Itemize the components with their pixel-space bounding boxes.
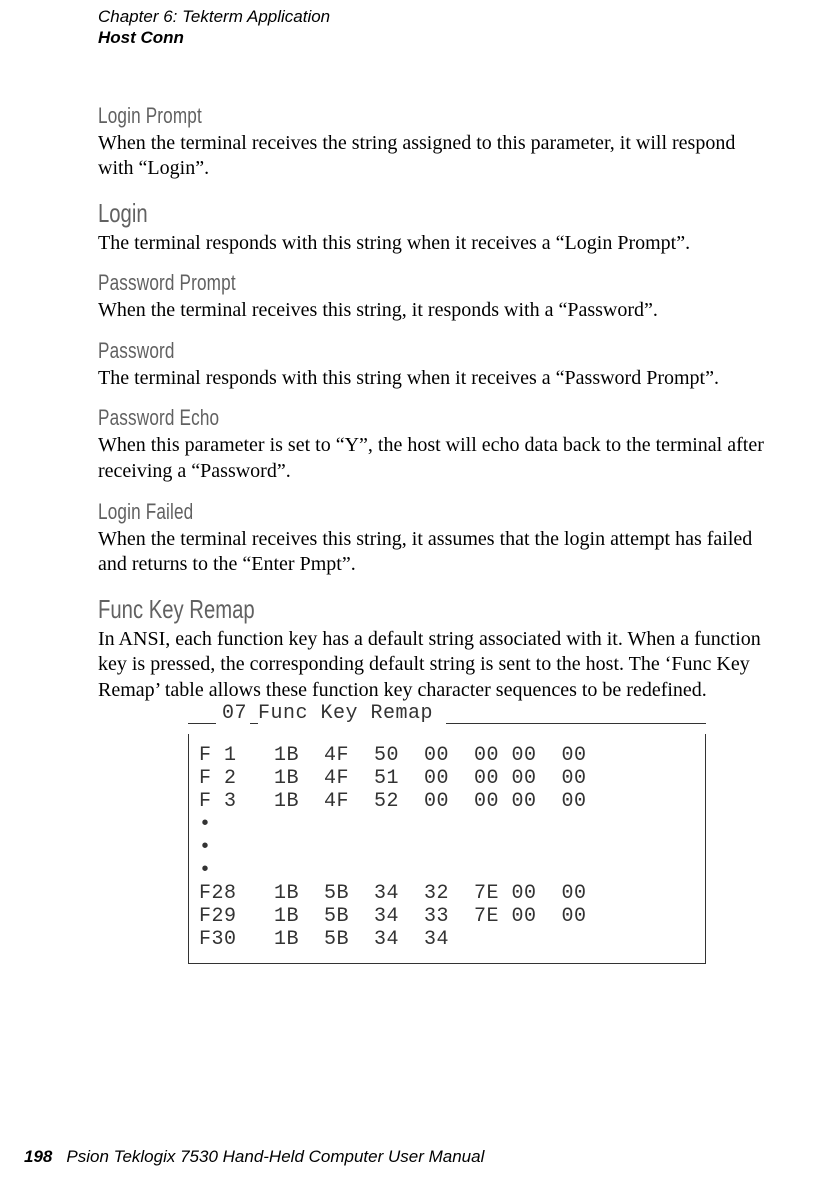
page-footer: 198 Psion Teklogix 7530 Hand-Held Compute…: [0, 1147, 829, 1167]
table-row: •: [199, 813, 695, 836]
table-row: F29 1B 5B 34 33 7E 00 00: [199, 905, 695, 928]
heading-login-failed: Login Failed: [98, 499, 625, 525]
text-login: The terminal responds with this string w…: [98, 231, 773, 257]
heading-password: Password: [98, 338, 625, 364]
table-row: F 3 1B 4F 52 00 00 00 00: [199, 790, 695, 813]
table-row: F30 1B 5B 34 34: [199, 928, 695, 951]
table-row: F 2 1B 4F 51 00 00 00 00: [199, 767, 695, 790]
text-login-prompt: When the terminal receives the string as…: [98, 131, 773, 182]
footer-text: Psion Teklogix 7530 Hand-Held Computer U…: [66, 1147, 484, 1166]
heading-func-key-remap: Func Key Remap: [98, 594, 625, 625]
text-login-failed: When the terminal receives this string, …: [98, 527, 773, 578]
codebox-number: 07: [220, 702, 249, 725]
text-password-prompt: When the terminal receives this string, …: [98, 298, 773, 324]
codebox-title: Func Key Remap: [255, 702, 436, 725]
page-content: Login Prompt When the terminal receives …: [98, 49, 773, 964]
table-row: F28 1B 5B 34 32 7E 00 00: [199, 882, 695, 905]
table-row: •: [199, 859, 695, 882]
chapter-title: Chapter 6: Tekterm Application: [98, 6, 773, 27]
heading-login: Login: [98, 198, 625, 229]
table-row: •: [199, 836, 695, 859]
text-password: The terminal responds with this string w…: [98, 366, 773, 392]
page-number: 198: [24, 1147, 52, 1166]
heading-password-echo: Password Echo: [98, 405, 625, 431]
text-password-echo: When this parameter is set to “Y”, the h…: [98, 433, 773, 484]
section-title: Host Conn: [98, 27, 773, 48]
text-func-key-remap: In ANSI, each function key has a default…: [98, 627, 773, 704]
func-key-remap-box: 07 Func Key Remap F 1 1B 4F 50 00 00 00 …: [188, 714, 706, 964]
heading-login-prompt: Login Prompt: [98, 103, 625, 129]
table-row: F 1 1B 4F 50 00 00 00 00: [199, 744, 695, 767]
page-header: Chapter 6: Tekterm Application Host Conn: [98, 0, 773, 49]
heading-password-prompt: Password Prompt: [98, 270, 625, 296]
